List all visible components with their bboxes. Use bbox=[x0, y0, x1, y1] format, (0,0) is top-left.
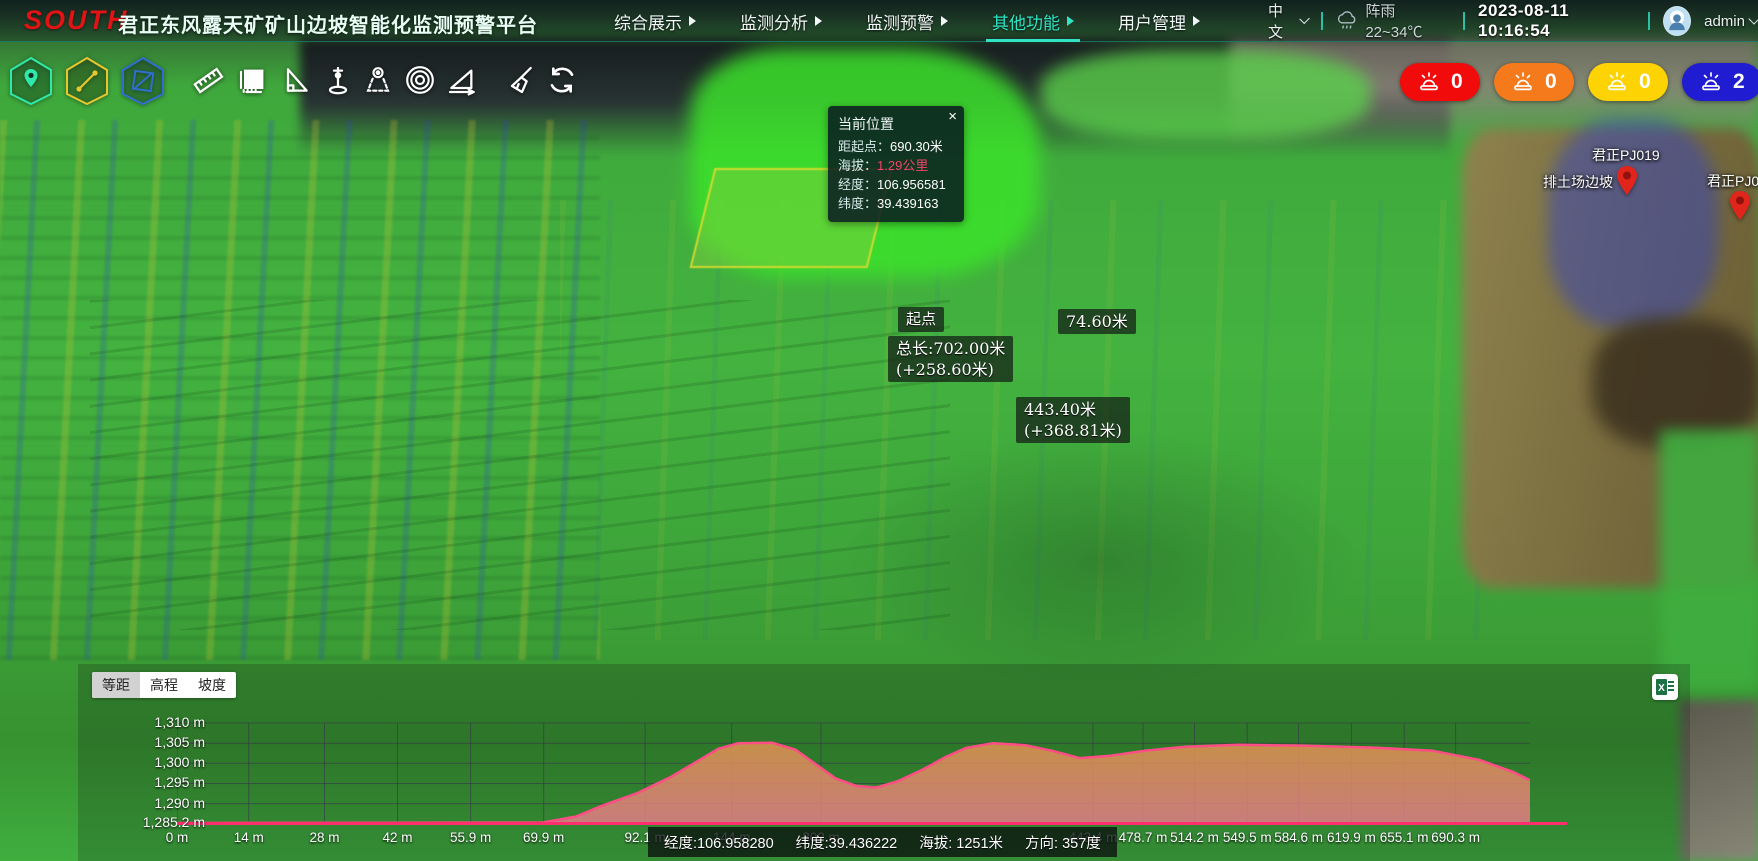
poi-label-pj0: 君正PJ0 bbox=[1707, 171, 1758, 191]
terrain-layer bbox=[1660, 430, 1758, 690]
status-heading: 方向: 357度 bbox=[1025, 832, 1101, 853]
language-selector[interactable]: 中文 bbox=[1268, 0, 1308, 42]
nav-item-other-functions[interactable]: 其他功能 bbox=[990, 0, 1076, 42]
map-pin-icon[interactable] bbox=[1728, 190, 1752, 222]
position-panel-title: 当前位置 bbox=[838, 114, 954, 134]
chevron-right-icon bbox=[1193, 16, 1200, 26]
position-row-longitude: 经度：106.956581 bbox=[838, 175, 954, 194]
status-altitude: 海拔: 1251米 bbox=[919, 832, 1003, 853]
header-right-cluster: 中文 阵雨 22~34℃ 2023-08-11 10:16:54 bbox=[1268, 0, 1758, 42]
status-latitude: 纬度:39.436222 bbox=[796, 832, 898, 853]
cursor-status-bar: 经度:106.958280 纬度:39.436222 海拔: 1251米 方向:… bbox=[648, 827, 1117, 857]
rain-cloud-icon bbox=[1336, 11, 1358, 31]
terrain-layer bbox=[1462, 128, 1758, 588]
siren-icon bbox=[1417, 70, 1441, 94]
refresh-tool[interactable] bbox=[546, 64, 578, 96]
distance-ruler-tool[interactable] bbox=[192, 64, 224, 96]
status-longitude: 经度:106.958280 bbox=[664, 832, 774, 853]
alarm-badge-orange[interactable]: 0 bbox=[1494, 63, 1574, 101]
alarm-count: 0 bbox=[1639, 70, 1651, 94]
terrain-layer bbox=[0, 120, 600, 660]
clear-broom-tool[interactable] bbox=[504, 64, 536, 96]
svg-text:X: X bbox=[1658, 683, 1665, 694]
siren-icon bbox=[1605, 70, 1629, 94]
locate-pin-button[interactable] bbox=[8, 56, 54, 106]
measure-seg2-line2: (+368.81米) bbox=[1024, 420, 1122, 441]
nav-item-analysis[interactable]: 监测分析 bbox=[738, 0, 824, 42]
chevron-down-icon bbox=[1748, 13, 1758, 24]
weather-widget: 阵雨 22~34℃ bbox=[1336, 0, 1450, 42]
measure-line-button[interactable] bbox=[64, 56, 110, 106]
map-pin-icon[interactable] bbox=[1615, 165, 1639, 197]
measure-total-label: 总长:702.00米 (+258.60米) bbox=[888, 336, 1013, 382]
current-position-panel: × 当前位置 距起点：690.30米 海拔：1.29公里 经度：106.9565… bbox=[828, 106, 964, 222]
alarm-count: 0 bbox=[1545, 70, 1557, 94]
top-header-bar: SOUTH 君正东风露天矿矿山边坡智能化监测预警平台 综合展示 监测分析 监测预… bbox=[0, 0, 1758, 42]
south-logo: SOUTH bbox=[24, 5, 129, 36]
person-icon bbox=[1666, 10, 1688, 32]
user-menu[interactable]: admin bbox=[1704, 13, 1758, 30]
nav-item-warning[interactable]: 监测预警 bbox=[864, 0, 950, 42]
chevron-right-icon bbox=[1067, 16, 1074, 26]
chevron-right-icon bbox=[941, 16, 948, 26]
siren-icon bbox=[1699, 70, 1723, 94]
chevron-down-icon bbox=[1299, 14, 1310, 25]
alarm-count: 0 bbox=[1451, 70, 1463, 94]
position-row-latitude: 纬度：39.439163 bbox=[838, 194, 954, 213]
alarm-badge-blue[interactable]: 2 bbox=[1682, 63, 1758, 101]
chart-baseline-axis bbox=[177, 822, 1567, 825]
chart-tab-bar: 等距 高程 坡度 bbox=[92, 672, 236, 698]
alarm-badge-red[interactable]: 0 bbox=[1400, 63, 1480, 101]
excel-export-button[interactable]: X bbox=[1652, 674, 1678, 700]
triangle-height-tool[interactable] bbox=[280, 64, 312, 96]
terrain-layer bbox=[1592, 318, 1758, 448]
datetime-display: 2023-08-11 10:16:54 bbox=[1478, 1, 1635, 41]
slope-angle-tool[interactable] bbox=[446, 64, 478, 96]
siren-icon bbox=[1511, 70, 1535, 94]
divider bbox=[1463, 12, 1465, 30]
tab-elevation[interactable]: 高程 bbox=[140, 672, 188, 698]
measure-area-button[interactable] bbox=[120, 56, 166, 106]
nav-item-overview[interactable]: 综合展示 bbox=[612, 0, 698, 42]
measure-start-label: 起点 bbox=[898, 307, 944, 332]
chevron-right-icon bbox=[815, 16, 822, 26]
measure-total-line2: (+258.60米) bbox=[896, 359, 1005, 380]
poi-label-dump-slope: 排土场边坡 bbox=[1543, 172, 1613, 192]
elevation-profile-chart bbox=[177, 718, 1530, 828]
terrain-layer bbox=[840, 430, 1360, 690]
alarm-count: 2 bbox=[1733, 70, 1745, 94]
area-measure-tool[interactable] bbox=[237, 64, 269, 96]
tab-equidistant[interactable]: 等距 bbox=[92, 672, 140, 698]
tab-slope[interactable]: 坡度 bbox=[188, 672, 236, 698]
terrain-layer bbox=[1040, 50, 1370, 140]
app-root: 起点 总长:702.00米 (+258.60米) 74.60米 443.40米 … bbox=[0, 0, 1758, 861]
viewshed-cone-tool[interactable] bbox=[362, 64, 394, 96]
main-nav: 综合展示 监测分析 监测预警 其他功能 用户管理 bbox=[612, 0, 1202, 42]
position-row-distance: 距起点：690.30米 bbox=[838, 137, 954, 156]
nav-item-user-management[interactable]: 用户管理 bbox=[1116, 0, 1202, 42]
position-row-altitude: 海拔：1.29公里 bbox=[838, 156, 954, 175]
page-title: 君正东风露天矿矿山边坡智能化监测预警平台 bbox=[118, 9, 538, 38]
terrain-layer bbox=[90, 300, 950, 630]
excel-icon: X bbox=[1655, 677, 1675, 697]
divider bbox=[1321, 12, 1323, 30]
alarm-badge-yellow[interactable]: 0 bbox=[1588, 63, 1668, 101]
close-icon[interactable]: × bbox=[948, 110, 957, 124]
poi-label-pj019: 君正PJ019 bbox=[1592, 145, 1660, 165]
buffer-circles-tool[interactable] bbox=[404, 64, 436, 96]
measure-seg2-label: 443.40米 (+368.81米) bbox=[1016, 397, 1130, 443]
measure-total-line1: 总长:702.00米 bbox=[896, 338, 1005, 359]
height-pole-tool[interactable] bbox=[322, 64, 354, 96]
measure-seg2-line1: 443.40米 bbox=[1024, 399, 1122, 420]
user-avatar[interactable] bbox=[1663, 6, 1691, 36]
chevron-right-icon bbox=[689, 16, 696, 26]
terrain-layer bbox=[1680, 700, 1758, 861]
divider bbox=[1648, 12, 1650, 30]
terrain-layer bbox=[1230, 38, 1758, 148]
measure-seg1-label: 74.60米 bbox=[1058, 309, 1136, 334]
